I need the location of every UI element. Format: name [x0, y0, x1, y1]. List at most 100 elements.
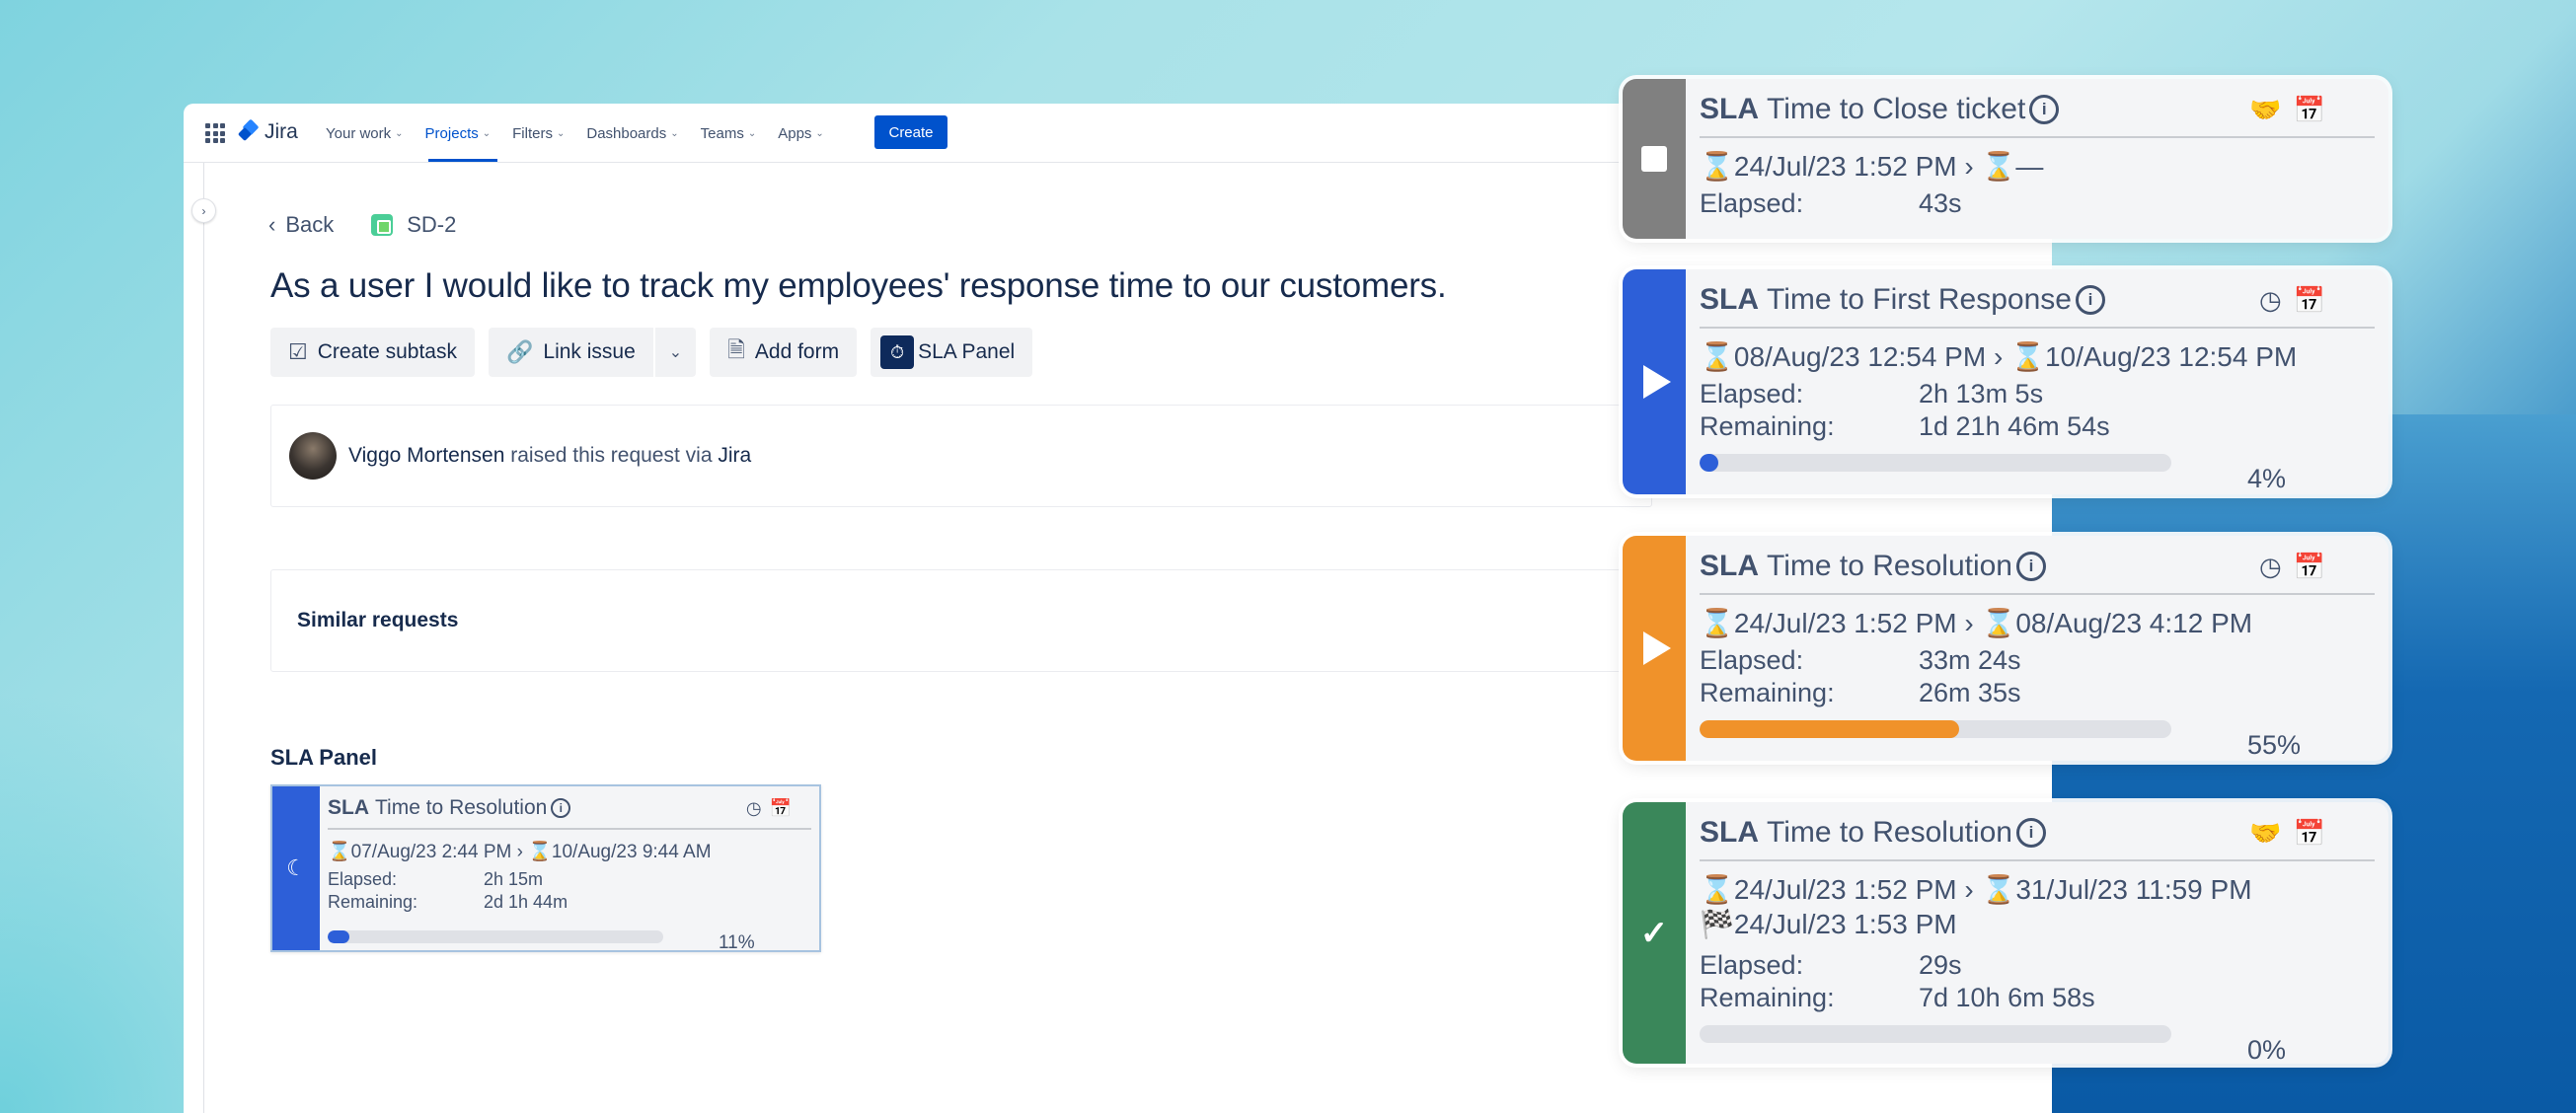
remaining-value: 26m 35s — [1919, 678, 2021, 707]
chevron-down-icon: ⌄ — [482, 127, 492, 139]
sla-card-content: SLA Time to Close ticket i 🤝 📅 ⌛24/Jul/2… — [1686, 79, 2388, 239]
issue-key: SD-2 — [407, 212, 457, 237]
sla-prefix: SLA — [328, 796, 369, 819]
sla-start: 08/Aug/23 12:54 PM — [1733, 341, 1987, 372]
clock-icon[interactable]: ◷ — [2259, 552, 2282, 582]
progress-fill — [328, 929, 350, 943]
nav-label: Filters — [512, 124, 553, 142]
info-icon[interactable]: i — [2016, 818, 2046, 848]
add-form-button[interactable]: 🗎 Add form — [710, 328, 858, 377]
nav-label: Teams — [700, 124, 744, 142]
sla-card-resolution-running[interactable]: SLA Time to Resolution i ◷ 📅 ⌛24/Jul/23 … — [1623, 536, 2388, 761]
progress-fill — [1700, 720, 1959, 738]
sla-elapsed-row: Elapsed: 33m 24s — [1700, 645, 2375, 676]
link-issue-button[interactable]: 🔗 Link issue — [488, 328, 653, 377]
sla-prefix: SLA — [1700, 816, 1759, 849]
jira-logo[interactable]: Jira — [239, 120, 298, 144]
button-label: SLA Panel — [918, 340, 1016, 363]
chevron-right-icon: › — [516, 842, 523, 862]
reporter-text: Viggo Mortensen raised this request via … — [348, 444, 751, 468]
nav-dashboards[interactable]: Dashboards ⌄ — [586, 121, 678, 145]
sla-end: 10/Aug/23 12:54 PM — [2044, 341, 2298, 372]
issue-title[interactable]: As a user I would like to track my emplo… — [270, 266, 1447, 306]
nav-label: Apps — [778, 124, 812, 142]
info-icon[interactable]: i — [551, 798, 571, 818]
button-label: Add form — [754, 340, 840, 363]
hourglass-icon: ⌛ — [1981, 608, 2016, 638]
info-icon[interactable]: i — [2016, 552, 2046, 581]
nav-projects[interactable]: Projects ⌄ — [425, 121, 492, 145]
nav-label: Projects — [424, 124, 479, 142]
nav-label: Your work — [326, 124, 392, 142]
sla-card-first-response[interactable]: SLA Time to First Response i ◷ 📅 ⌛08/Aug… — [1623, 269, 2388, 494]
create-subtask-button[interactable]: ☑ Create subtask — [270, 328, 475, 377]
sla-name: Time to Resolution — [1767, 816, 2012, 849]
elapsed-label: Elapsed: — [1700, 188, 1804, 218]
progress-percent: 55% — [2247, 730, 2302, 760]
sla-progress: 4% — [1700, 450, 2375, 493]
button-label: Link issue — [543, 340, 636, 363]
reporter-channel: Jira — [718, 444, 752, 467]
nav-teams[interactable]: Teams ⌄ — [701, 121, 757, 145]
elapsed-value: 2h 15m — [484, 869, 544, 889]
elapsed-label: Elapsed: — [1700, 950, 1804, 980]
remaining-value: 1d 21h 46m 54s — [1919, 411, 2110, 441]
avatar[interactable] — [289, 432, 337, 480]
sla-name: Time to Resolution — [375, 796, 548, 819]
link-issue-split: 🔗 Link issue ⌄ — [488, 328, 697, 377]
link-issue-dropdown[interactable]: ⌄ — [652, 328, 697, 377]
similar-requests-panel[interactable]: Similar requests — [270, 569, 1652, 672]
issue-key-link[interactable]: SD-2 — [371, 212, 456, 238]
clock-icon[interactable]: ◷ — [2259, 285, 2282, 316]
progress-track — [1700, 454, 2171, 472]
hourglass-icon: ⌛ — [1700, 608, 1734, 638]
progress-percent: 4% — [2247, 464, 2287, 493]
sla-card-resolution-met[interactable]: ✓ SLA Time to Resolution i 🤝 📅 ⌛24/Jul/2… — [1623, 802, 2388, 1064]
sla-finished: 🏁24/Jul/23 1:53 PM — [1700, 908, 2375, 940]
play-icon — [1643, 631, 1671, 665]
sla-progress: 55% — [1700, 716, 2375, 760]
sla-name: Time to Close ticket — [1767, 93, 2026, 125]
calendar-icon[interactable]: 📅 — [770, 798, 792, 819]
stop-icon — [1641, 146, 1667, 172]
remaining-label: Remaining: — [1700, 983, 1835, 1012]
sla-end: 10/Aug/23 9:44 AM — [551, 842, 712, 862]
sla-remaining-row: Remaining: 2d 1h 44m — [328, 892, 811, 913]
nav-filters[interactable]: Filters ⌄ — [512, 121, 565, 145]
chevron-down-icon: ⌄ — [747, 127, 757, 139]
nav-your-work[interactable]: Your work ⌄ — [326, 121, 404, 145]
create-button[interactable]: Create — [874, 115, 947, 149]
sidebar-divider — [203, 163, 204, 1113]
sla-dates: ⌛24/Jul/23 1:52 PM › ⌛08/Aug/23 4:12 PM — [1700, 607, 2375, 639]
reporter-panel: Viggo Mortensen raised this request via … — [270, 405, 1652, 507]
chevron-right-icon: › — [1964, 874, 1974, 905]
sla-card-content: SLA Time to Resolution i ◷ 📅 ⌛07/Aug/23 … — [320, 786, 819, 950]
app-switcher-icon[interactable] — [205, 123, 225, 143]
expand-sidebar-icon[interactable]: › — [191, 198, 216, 223]
info-icon[interactable]: i — [2075, 285, 2105, 315]
reporter-name[interactable]: Viggo Mortensen — [348, 444, 504, 467]
sla-tools: 🤝 📅 — [2249, 95, 2325, 125]
nav-apps[interactable]: Apps ⌄ — [778, 121, 824, 145]
back-link[interactable]: ‹ Back — [268, 212, 334, 238]
info-icon[interactable]: i — [2029, 95, 2060, 124]
calendar-icon[interactable]: 📅 — [2294, 818, 2325, 849]
sla-card-small[interactable]: ☾ SLA Time to Resolution i ◷ 📅 ⌛07/Aug/2… — [270, 784, 821, 952]
chevron-down-icon: ⌄ — [815, 127, 824, 139]
sla-state-strip: ☾ — [272, 786, 320, 950]
sla-finished-time: 24/Jul/23 1:53 PM — [1733, 909, 1957, 939]
chevron-down-icon: ⌄ — [670, 127, 679, 139]
handshake-icon[interactable]: 🤝 — [2249, 95, 2281, 125]
sla-stopwatch-icon: ⏱ — [880, 335, 915, 369]
sla-panel-button[interactable]: ⏱ SLA Panel — [871, 328, 1033, 377]
jira-logo-icon — [239, 121, 259, 143]
clock-icon[interactable]: ◷ — [746, 798, 762, 819]
sla-state-strip — [1623, 79, 1686, 239]
sla-card-close-ticket[interactable]: SLA Time to Close ticket i 🤝 📅 ⌛24/Jul/2… — [1623, 79, 2388, 239]
calendar-icon[interactable]: 📅 — [2294, 552, 2325, 582]
progress-track — [328, 929, 663, 943]
calendar-icon[interactable]: 📅 — [2294, 95, 2325, 125]
sla-remaining-row: Remaining: 7d 10h 6m 58s — [1700, 983, 2375, 1013]
handshake-icon[interactable]: 🤝 — [2249, 818, 2281, 849]
calendar-icon[interactable]: 📅 — [2294, 285, 2325, 316]
